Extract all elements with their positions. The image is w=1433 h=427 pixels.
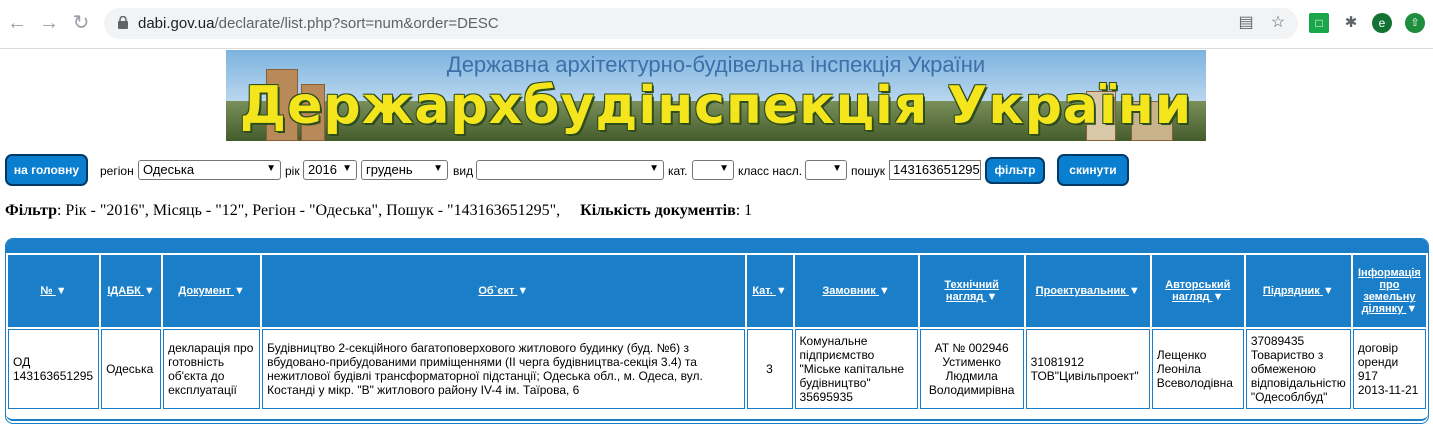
back-icon[interactable]: ← — [6, 12, 28, 34]
site-banner: Державна архітектурно-будівельна інспекц… — [226, 50, 1206, 141]
browser-toolbar: ← → ↻ dabi.gov.ua/declarate/list.php?sor… — [0, 0, 1433, 49]
header-cat[interactable]: Кат. ▼ — [746, 255, 793, 327]
filter-button[interactable]: фільтр — [985, 157, 1045, 184]
cell-document: декларація про готовність об'єкта до екс… — [163, 329, 261, 409]
table-header-row: № ▼ ІДАБК ▼ Документ ▼ Об`єкт ▼ Кат. ▼ З… — [8, 255, 1426, 327]
header-contractor[interactable]: Підрядник ▼ — [1245, 255, 1351, 327]
results-table: № ▼ ІДАБК ▼ Документ ▼ Об`єкт ▼ Кат. ▼ З… — [6, 253, 1428, 411]
cell-customer: Комунальне підприємство "Міське капіталь… — [794, 329, 918, 409]
header-object[interactable]: Об`єкт ▼ — [262, 255, 745, 327]
extension-icon[interactable]: □ — [1309, 13, 1329, 33]
cell-designer: 31081912 ТОВ"Цивільпроект" — [1025, 329, 1150, 409]
class-select[interactable]: ▼ — [805, 160, 847, 180]
header-author-supervision[interactable]: Авторський нагляд ▼ — [1151, 255, 1244, 327]
table-row: ОД 143163651295 Одеська декларація про го… — [8, 329, 1426, 409]
update-icon[interactable]: ⇧ — [1405, 13, 1425, 33]
class-label: класс насл. — [738, 164, 803, 178]
sort-icon: ▼ — [1212, 291, 1224, 303]
region-label: регіон — [100, 164, 134, 178]
year-select[interactable]: 2016 ▼ — [303, 160, 357, 180]
chevron-down-icon: ▼ — [433, 163, 443, 174]
header-designer[interactable]: Проектувальник ▼ — [1025, 255, 1150, 327]
cell-contractor: 37089435 Товариство з обмеженою відповіда… — [1245, 329, 1351, 409]
table-bottom-bar — [6, 414, 1428, 421]
forward-icon[interactable]: → — [38, 12, 60, 34]
translate-icon[interactable]: ▤ — [1237, 14, 1255, 32]
doc-count-value: : 1 — [735, 202, 753, 219]
cell-cat: 3 — [746, 329, 793, 409]
sort-icon: ▼ — [1406, 303, 1418, 315]
header-document[interactable]: Документ ▼ — [163, 255, 261, 327]
region-select[interactable]: Одеська ▼ — [138, 160, 281, 180]
header-customer[interactable]: Замовник ▼ — [794, 255, 918, 327]
table-top-bar — [6, 239, 1428, 253]
cell-idabk: Одеська — [101, 329, 162, 409]
header-land-info[interactable]: Інформація про земельну ділянку ▼ — [1352, 255, 1426, 327]
cell-object: Будівництво 2-секційного багатоповерхово… — [262, 329, 745, 409]
avatar[interactable]: e — [1372, 13, 1392, 33]
reload-icon[interactable]: ↻ — [70, 12, 92, 34]
type-label: вид — [453, 164, 474, 178]
search-label: пошук — [851, 164, 886, 178]
search-input[interactable]: 143163651295 — [889, 160, 981, 180]
banner-title: Держархбудінспекція України — [239, 76, 1193, 136]
category-label: кат. — [668, 164, 688, 178]
puzzle-icon[interactable]: ✱ — [1341, 13, 1361, 33]
sort-icon: ▼ — [233, 285, 245, 297]
filter-summary: Фільтр: Рік - "2016", Місяць - "12", Рег… — [5, 202, 752, 220]
url-text: dabi.gov.ua/declarate/list.php?sort=num&… — [138, 15, 499, 32]
filter-summary-title: Фільтр — [5, 202, 57, 219]
star-icon[interactable]: ☆ — [1269, 14, 1287, 32]
results-table-container: № ▼ ІДАБК ▼ Документ ▼ Об`єкт ▼ Кат. ▼ З… — [5, 238, 1429, 424]
sort-icon: ▼ — [775, 285, 787, 297]
doc-count-title: Кількість документів — [580, 202, 736, 219]
cell-num: ОД 143163651295 — [8, 329, 100, 409]
sort-icon: ▼ — [55, 285, 67, 297]
chevron-down-icon: ▼ — [342, 163, 352, 174]
year-label: рік — [285, 164, 300, 178]
cell-tech-supervision: АТ № 002946 Устименко Людмила Володимирів… — [919, 329, 1024, 409]
month-select[interactable]: грудень ▼ — [361, 160, 448, 180]
chevron-down-icon: ▼ — [649, 163, 659, 174]
cell-land-info: договір оренди 917 2013-11-21 — [1352, 329, 1426, 409]
lock-icon — [118, 16, 128, 29]
chevron-down-icon: ▼ — [266, 163, 276, 174]
category-select[interactable]: ▼ — [692, 160, 734, 180]
address-bar[interactable]: dabi.gov.ua/declarate/list.php?sort=num&… — [104, 8, 1298, 39]
banner-subtitle: Державна архітектурно-будівельна інспекц… — [446, 52, 986, 77]
header-idabk[interactable]: ІДАБК ▼ — [101, 255, 162, 327]
cell-author-supervision: Лещенко Леоніла Всеволодівна — [1151, 329, 1244, 409]
sort-icon: ▼ — [143, 285, 155, 297]
reset-button[interactable]: скинути — [1057, 154, 1129, 186]
sort-icon: ▼ — [1322, 285, 1334, 297]
sort-icon: ▼ — [1128, 285, 1140, 297]
filter-summary-text: : Рік - "2016", Місяць - "12", Регіон - … — [56, 202, 561, 219]
chevron-down-icon: ▼ — [832, 163, 842, 174]
chevron-down-icon: ▼ — [719, 163, 729, 174]
sort-icon: ▼ — [878, 285, 890, 297]
sort-icon: ▼ — [517, 285, 529, 297]
header-num[interactable]: № ▼ — [8, 255, 100, 327]
header-tech-supervision[interactable]: Технічний нагляд ▼ — [919, 255, 1024, 327]
sort-icon: ▼ — [986, 291, 998, 303]
type-select[interactable]: ▼ — [476, 160, 664, 180]
home-button[interactable]: на головну — [5, 154, 88, 186]
